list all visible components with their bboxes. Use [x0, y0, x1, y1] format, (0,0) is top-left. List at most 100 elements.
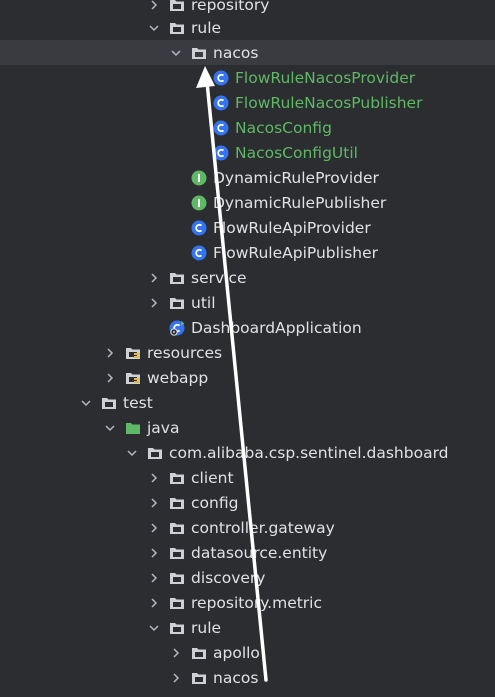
chevron-down-icon[interactable]: [148, 22, 160, 34]
chevron-right-icon[interactable]: [148, 547, 160, 559]
tree-row-label: FlowRuleNacosPublisher: [235, 93, 423, 112]
tree-row-datasource-entity[interactable]: datasource.entity: [148, 540, 495, 565]
tree-row-flow-rule-api-provider[interactable]: FlowRuleApiProvider: [170, 215, 495, 240]
chevron-down-icon[interactable]: [104, 422, 116, 434]
tree-row-label: DynamicRulePublisher: [213, 193, 387, 212]
folder-icon: [191, 45, 207, 61]
tree-row-package[interactable]: com.alibaba.csp.sentinel.dashboard: [126, 440, 495, 465]
tree-row-flow-rule-nacos-provider[interactable]: FlowRuleNacosProvider: [192, 65, 495, 90]
interface-icon: [191, 195, 207, 211]
folder-icon: [169, 520, 185, 536]
folder-icon: [101, 395, 117, 411]
tree-row-nacos-selected[interactable]: nacos: [0, 40, 495, 65]
project-tree[interactable]: repository rule nacos FlowRuleNacosProvi…: [0, 0, 495, 697]
folder-icon: [169, 470, 185, 486]
chevron-down-icon[interactable]: [170, 47, 182, 59]
spring-boot-app-icon: [169, 320, 185, 336]
tree-row-nacos-config-util[interactable]: NacosConfigUtil: [192, 140, 495, 165]
tree-row-util[interactable]: util: [148, 290, 495, 315]
interface-icon: [191, 170, 207, 186]
folder-icon: [169, 595, 185, 611]
resources-folder-icon: [125, 345, 141, 361]
class-icon: [213, 120, 229, 136]
chevron-down-icon[interactable]: [148, 622, 160, 634]
folder-icon: [169, 545, 185, 561]
class-icon: [191, 245, 207, 261]
tree-row-java[interactable]: java: [104, 415, 495, 440]
class-icon: [213, 145, 229, 161]
tree-row-label: NacosConfigUtil: [235, 143, 358, 162]
tree-row-flow-rule-api-publisher[interactable]: FlowRuleApiPublisher: [170, 240, 495, 265]
tree-row-client[interactable]: client: [148, 465, 495, 490]
tree-row-label: java: [147, 418, 180, 437]
tree-row-label: webapp: [147, 368, 209, 387]
class-icon: [191, 220, 207, 236]
tree-row-label: config: [191, 493, 239, 512]
chevron-right-icon[interactable]: [104, 372, 116, 384]
tree-row-dynamic-rule-provider[interactable]: DynamicRuleProvider: [170, 165, 495, 190]
tree-row-service[interactable]: service: [148, 265, 495, 290]
chevron-right-icon[interactable]: [148, 597, 160, 609]
tree-row-webapp[interactable]: webapp: [104, 365, 495, 390]
tree-row-config[interactable]: config: [148, 490, 495, 515]
tree-row-label: FlowRuleApiProvider: [213, 218, 371, 237]
tree-row-dashboard-application[interactable]: DashboardApplication: [148, 315, 495, 340]
chevron-right-icon[interactable]: [170, 672, 182, 684]
tree-row-label: DashboardApplication: [191, 318, 362, 337]
tree-row-label: rule: [191, 18, 222, 37]
chevron-right-icon[interactable]: [148, 0, 160, 11]
tree-row-repository-metric[interactable]: repository.metric: [148, 590, 495, 615]
package-icon: [147, 445, 163, 461]
tree-row-test[interactable]: test: [80, 390, 495, 415]
tree-row-label: repository.metric: [191, 593, 323, 612]
tree-row-nacos-test[interactable]: nacos: [170, 665, 495, 690]
tree-row-label: DynamicRuleProvider: [213, 168, 379, 187]
chevron-down-icon[interactable]: [80, 397, 92, 409]
tree-row-label: datasource.entity: [191, 543, 328, 562]
folder-icon: [169, 270, 185, 286]
tree-row-label: client: [191, 468, 234, 487]
tree-row-apollo[interactable]: apollo: [170, 640, 495, 665]
folder-icon: [169, 20, 185, 36]
tree-row-label: rule: [191, 618, 222, 637]
tree-row-label: discovery: [191, 568, 266, 587]
tree-row-label: FlowRuleApiPublisher: [213, 243, 379, 262]
chevron-right-icon[interactable]: [148, 522, 160, 534]
tree-row-label: NacosConfig: [235, 118, 332, 137]
folder-icon: [169, 620, 185, 636]
tree-row-label: FlowRuleNacosProvider: [235, 68, 416, 87]
tree-row-rule-test[interactable]: rule: [148, 615, 495, 640]
tree-row-label: apollo: [213, 643, 260, 662]
chevron-down-icon[interactable]: [126, 447, 138, 459]
folder-icon: [169, 295, 185, 311]
tree-row-label: nacos: [213, 668, 259, 687]
tree-row-label: test: [123, 393, 153, 412]
tree-row-label: resources: [147, 343, 223, 362]
tree-row-dynamic-rule-publisher[interactable]: DynamicRulePublisher: [170, 190, 495, 215]
tree-row-controller-gateway[interactable]: controller.gateway: [148, 515, 495, 540]
tree-row-label: nacos: [213, 43, 259, 62]
chevron-right-icon[interactable]: [148, 272, 160, 284]
tree-row-rule[interactable]: rule: [148, 15, 495, 40]
tree-row-label: controller.gateway: [191, 518, 335, 537]
resources-folder-icon: [125, 370, 141, 386]
tree-row-nacos-config[interactable]: NacosConfig: [192, 115, 495, 140]
chevron-right-icon[interactable]: [104, 347, 116, 359]
chevron-right-icon[interactable]: [148, 472, 160, 484]
tree-row-label: repository: [191, 0, 270, 14]
folder-icon: [169, 495, 185, 511]
test-source-folder-icon: [125, 420, 141, 436]
tree-row-resources[interactable]: resources: [104, 340, 495, 365]
chevron-right-icon[interactable]: [148, 297, 160, 309]
tree-row-label: service: [191, 268, 247, 287]
tree-row-label: util: [191, 293, 216, 312]
folder-icon: [169, 0, 185, 13]
tree-row-discovery[interactable]: discovery: [148, 565, 495, 590]
chevron-right-icon[interactable]: [148, 497, 160, 509]
folder-icon: [191, 645, 207, 661]
folder-icon: [191, 670, 207, 686]
chevron-right-icon[interactable]: [170, 647, 182, 659]
tree-row-flow-rule-nacos-publisher[interactable]: FlowRuleNacosPublisher: [192, 90, 495, 115]
class-icon: [213, 70, 229, 86]
chevron-right-icon[interactable]: [148, 572, 160, 584]
